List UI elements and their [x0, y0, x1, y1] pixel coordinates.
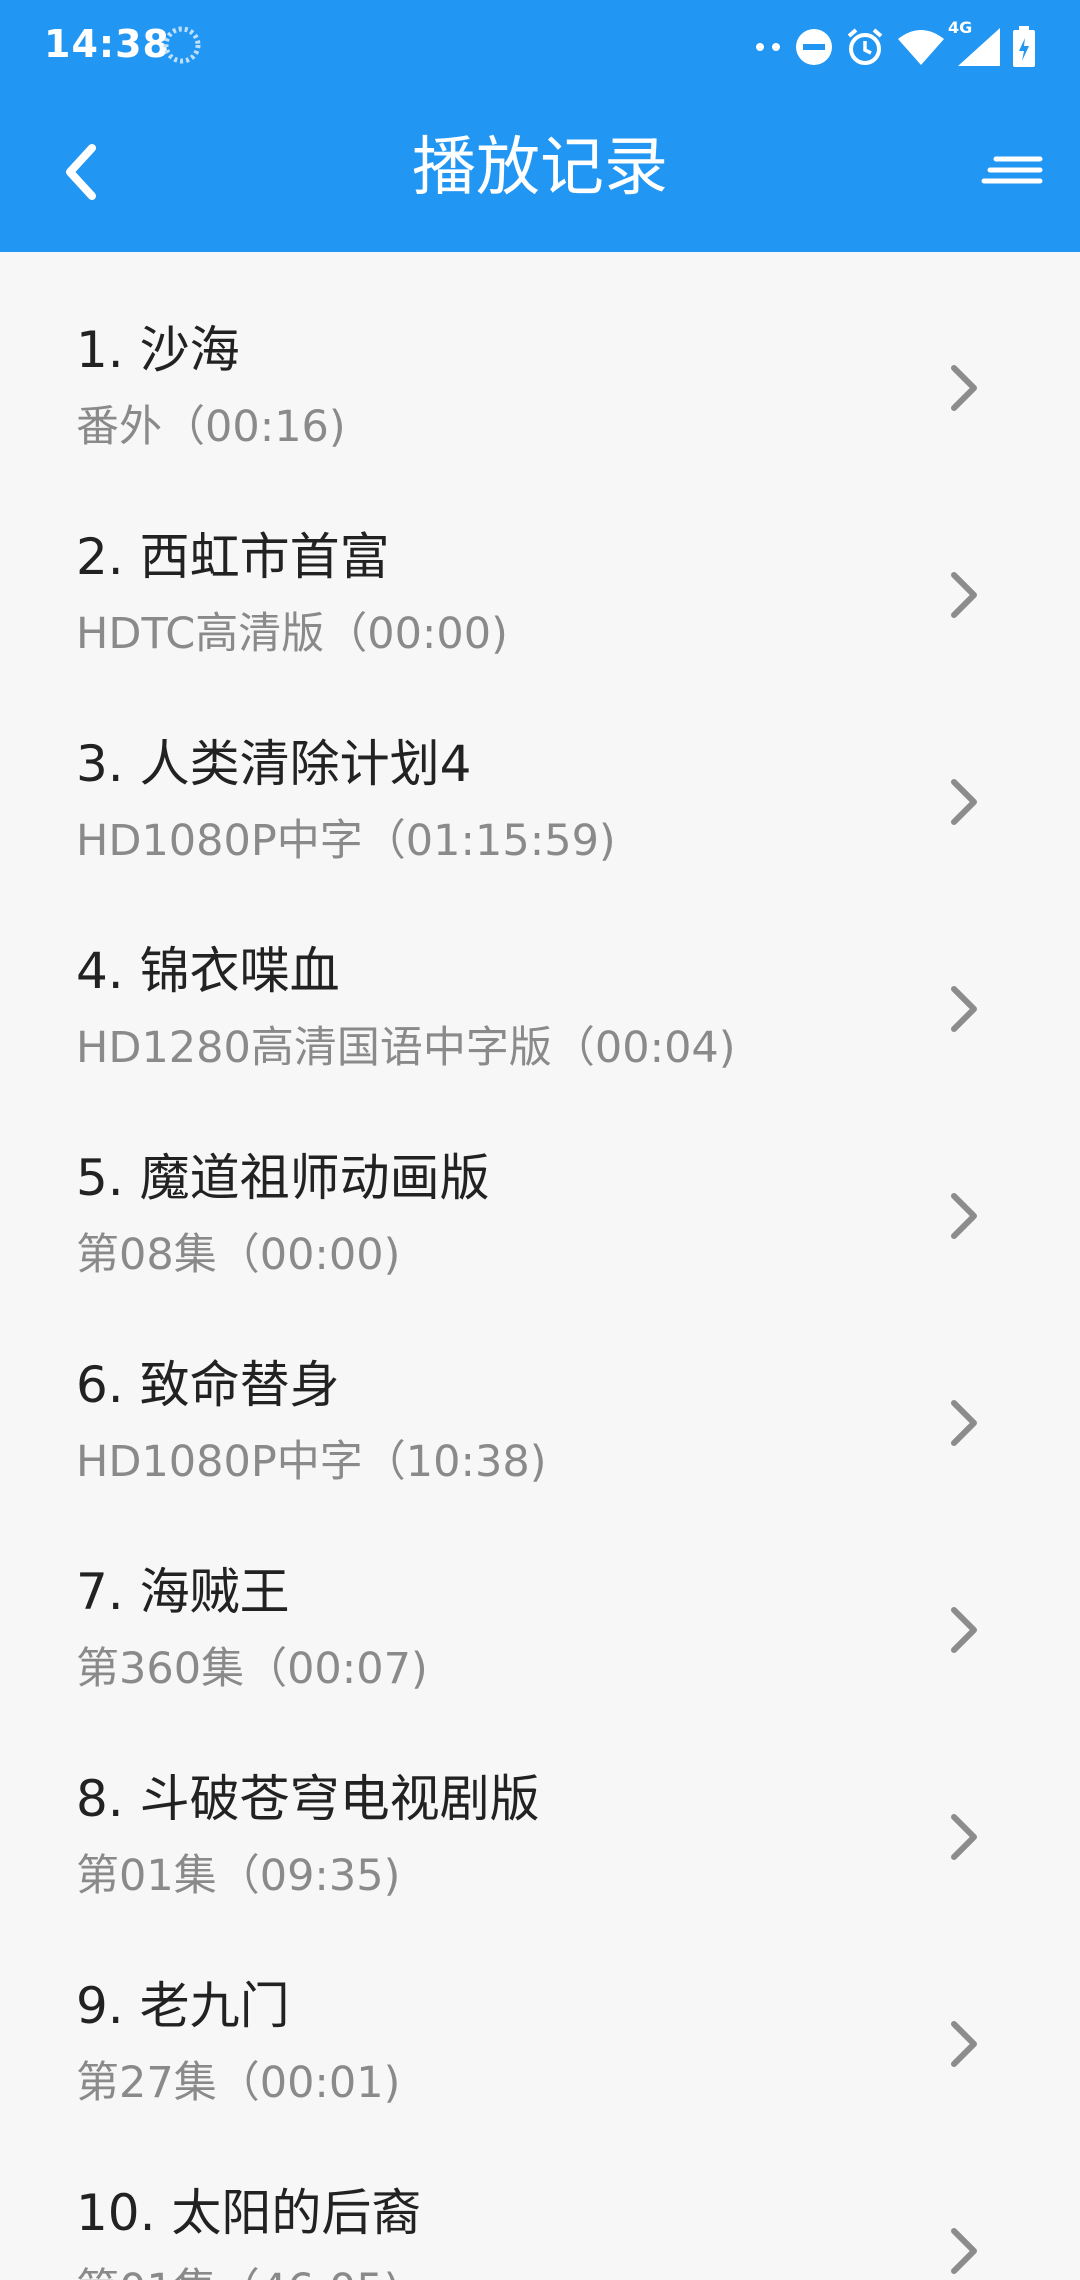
history-item[interactable]: 8. 斗破苍穹电视剧版 第01集（09:35)	[0, 1701, 1080, 1908]
dots-icon	[754, 41, 784, 53]
chevron-right-icon	[951, 2021, 977, 2067]
item-title: 9. 老九门	[76, 1977, 290, 2035]
spinner-icon	[162, 25, 202, 65]
history-list: 1. 沙海 番外（00:16) 2. 西虹市首富 HDTC高清版（00:00) …	[0, 252, 1080, 2280]
item-subtitle: 第08集（00:00)	[76, 1230, 401, 1280]
status-bar: 14:38 4G	[0, 0, 1080, 92]
signal-icon: 4G	[948, 18, 1002, 68]
sort-menu-button[interactable]	[974, 134, 1050, 210]
item-title: 7. 海贼王	[76, 1563, 290, 1621]
chevron-right-icon	[951, 1193, 977, 1239]
chevron-right-icon	[951, 2228, 977, 2274]
network-type-label: 4G	[948, 18, 973, 37]
history-item[interactable]: 1. 沙海 番外（00:16)	[0, 252, 1080, 459]
history-item[interactable]: 5. 魔道祖师动画版 第08集（00:00)	[0, 1080, 1080, 1287]
chevron-right-icon	[951, 1814, 977, 1860]
chevron-right-icon	[951, 572, 977, 618]
app-bar: 播放记录	[0, 92, 1080, 252]
alarm-icon	[844, 26, 886, 68]
item-title: 10. 太阳的后裔	[76, 2184, 422, 2242]
chevron-right-icon	[951, 779, 977, 825]
history-item[interactable]: 9. 老九门 第27集（00:01)	[0, 1908, 1080, 2115]
history-item[interactable]: 10. 太阳的后裔 第01集（46:05)	[0, 2115, 1080, 2280]
item-title: 3. 人类清除计划4	[76, 735, 472, 793]
status-icons: 4G	[754, 18, 1036, 72]
item-subtitle: 第01集（09:35)	[76, 1851, 401, 1901]
item-subtitle: 番外（00:16)	[76, 402, 346, 452]
item-subtitle: HD1280高清国语中字版（00:04)	[76, 1023, 736, 1073]
history-item[interactable]: 6. 致命替身 HD1080P中字（10:38)	[0, 1287, 1080, 1494]
item-title: 1. 沙海	[76, 321, 240, 379]
history-item[interactable]: 7. 海贼王 第360集（00:07)	[0, 1494, 1080, 1701]
item-subtitle: 第01集（46:05)	[76, 2255, 400, 2280]
chevron-right-icon	[951, 365, 977, 411]
history-item[interactable]: 2. 西虹市首富 HDTC高清版（00:00)	[0, 459, 1080, 666]
item-title: 8. 斗破苍穹电视剧版	[76, 1770, 540, 1828]
item-subtitle: HDTC高清版（00:00)	[76, 609, 508, 659]
page-title: 播放记录	[412, 131, 668, 205]
chevron-right-icon	[951, 1607, 977, 1653]
history-item[interactable]: 3. 人类清除计划4 HD1080P中字（01:15:59)	[0, 666, 1080, 873]
dnd-icon	[794, 27, 834, 67]
item-title: 5. 魔道祖师动画版	[76, 1149, 490, 1207]
item-subtitle: HD1080P中字（10:38)	[76, 1437, 547, 1487]
item-subtitle: 第27集（00:01)	[76, 2058, 401, 2108]
item-title: 6. 致命替身	[76, 1356, 340, 1414]
item-subtitle: 第360集（00:07)	[76, 1644, 428, 1694]
chevron-right-icon	[951, 1400, 977, 1446]
battery-icon	[1012, 26, 1036, 68]
status-time: 14:38	[44, 22, 170, 66]
item-title: 4. 锦衣喋血	[76, 942, 340, 1000]
sort-lines-icon	[981, 156, 1043, 184]
wifi-icon	[896, 27, 946, 67]
item-title: 2. 西虹市首富	[76, 528, 390, 586]
item-subtitle: HD1080P中字（01:15:59)	[76, 816, 616, 866]
history-item[interactable]: 4. 锦衣喋血 HD1280高清国语中字版（00:04)	[0, 873, 1080, 1080]
chevron-right-icon	[951, 986, 977, 1032]
